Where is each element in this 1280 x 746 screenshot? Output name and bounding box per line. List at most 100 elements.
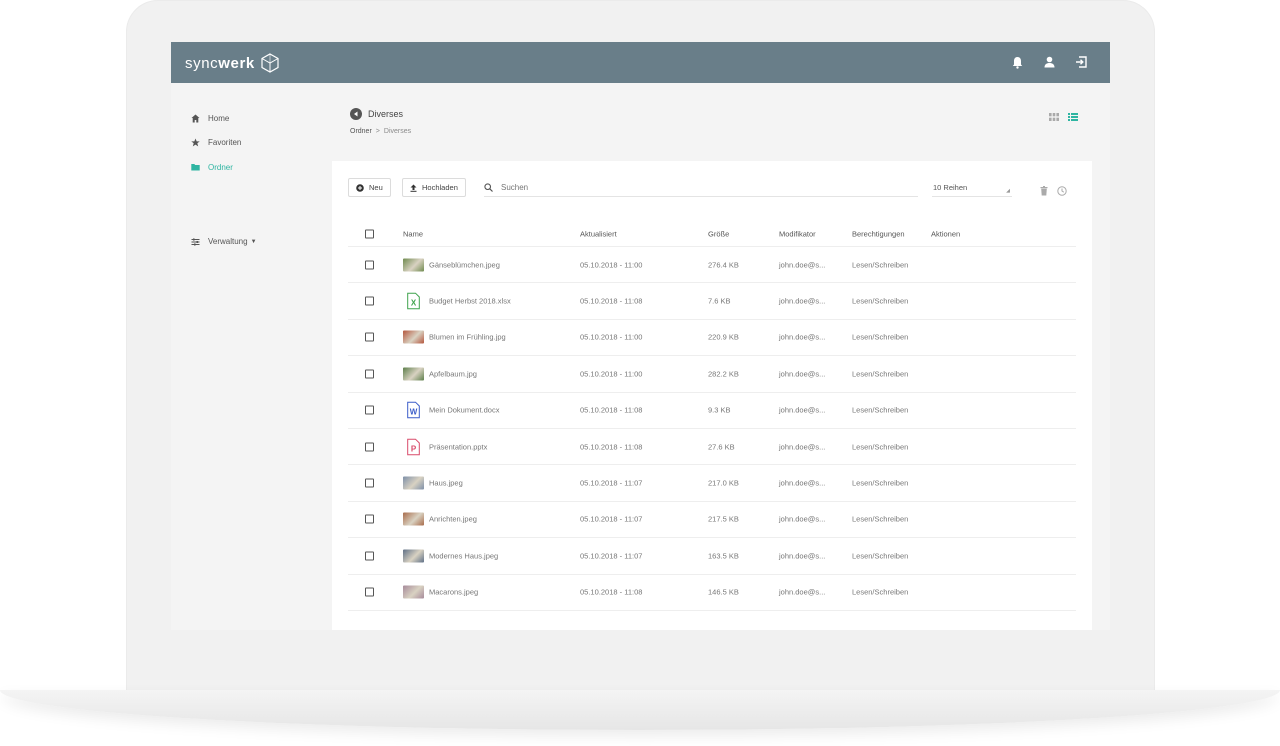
table-row[interactable]: Modernes Haus.jpeg 05.10.2018 - 11:07 163.… (348, 538, 1076, 575)
row-checkbox[interactable] (365, 260, 374, 270)
row-checkbox[interactable] (365, 551, 374, 561)
table-row[interactable]: Macarons.jpeg 05.10.2018 - 11:08 146.5 KB j… (348, 575, 1076, 611)
history-icon[interactable] (1057, 183, 1067, 201)
list-view-icon[interactable] (1068, 108, 1078, 126)
file-name-cell[interactable]: Blumen im Frühling.jpg (403, 330, 506, 344)
image-thumbnail-icon (403, 549, 424, 563)
powerpoint-file-icon: P (403, 438, 424, 455)
file-modifier: john.doe@s... (779, 442, 826, 452)
rows-per-page-select[interactable]: 10 Reihen ◢ (932, 178, 1012, 197)
file-name-cell[interactable]: Modernes Haus.jpeg (403, 549, 498, 563)
file-name: Mein Dokument.docx (429, 405, 500, 415)
table-row[interactable]: Apfelbaum.jpg 05.10.2018 - 11:00 282.2 KB j… (348, 356, 1076, 393)
row-checkbox[interactable] (365, 442, 374, 452)
column-header-name[interactable]: Name (403, 229, 423, 238)
row-checkbox[interactable] (365, 369, 374, 379)
sidebar-item-home[interactable]: Home (190, 106, 340, 131)
sidebar-item-label: Favoriten (208, 138, 242, 148)
table-row[interactable]: X Budget Herbst 2018.xlsx 05.10.2018 - 11:… (348, 283, 1076, 320)
column-header-size[interactable]: Größe (708, 229, 729, 238)
file-permissions: Lesen/Schreiben (852, 442, 909, 452)
file-name-cell[interactable]: Haus.jpeg (403, 476, 463, 490)
file-name: Blumen im Frühling.jpg (429, 332, 506, 342)
file-name: Anrichten.jpeg (429, 514, 477, 524)
file-name: Macarons.jpeg (429, 587, 479, 597)
column-header-updated[interactable]: Aktualisiert (580, 229, 617, 238)
row-checkbox[interactable] (365, 332, 374, 342)
sidebar-item-verwaltung[interactable]: Verwaltung ▼ (190, 230, 340, 255)
logout-icon[interactable] (1074, 54, 1088, 70)
sidebar-item-favoriten[interactable]: Favoriten (190, 131, 340, 156)
bell-icon[interactable] (1010, 54, 1024, 70)
column-header-permissions[interactable]: Berechtigungen (852, 229, 905, 238)
file-name-cell[interactable]: X Budget Herbst 2018.xlsx (403, 292, 511, 310)
file-modifier: john.doe@s... (779, 587, 826, 597)
chevron-down-icon: ▼ (250, 238, 257, 245)
file-size: 220.9 KB (708, 332, 739, 342)
sidebar-item-label: Verwaltung (208, 237, 248, 247)
page-title: Diverses (368, 109, 404, 119)
file-permissions: Lesen/Schreiben (852, 551, 909, 561)
file-permissions: Lesen/Schreiben (852, 296, 909, 306)
column-header-modifier[interactable]: Modifikator (779, 229, 816, 238)
file-updated: 05.10.2018 - 11:08 (580, 296, 643, 306)
image-thumbnail-icon (403, 330, 424, 344)
sliders-icon (190, 237, 200, 247)
sidebar-item-ordner[interactable]: Ordner (190, 155, 340, 180)
file-name-cell[interactable]: Apfelbaum.jpg (403, 367, 477, 381)
search-input[interactable] (501, 182, 881, 192)
file-name: Haus.jpeg (429, 478, 463, 488)
file-name-cell[interactable]: P Präsentation.pptx (403, 438, 487, 455)
select-all-checkbox[interactable] (365, 229, 374, 238)
image-thumbnail-icon (403, 367, 424, 381)
row-checkbox[interactable] (365, 405, 374, 415)
breadcrumb-item[interactable]: Ordner (350, 128, 372, 135)
file-size: 7.6 KB (708, 296, 731, 306)
table-row[interactable]: Gänseblümchen.jpeg 05.10.2018 - 11:00 276.… (348, 247, 1076, 284)
svg-text:W: W (410, 408, 418, 417)
file-name-cell[interactable]: Gänseblümchen.jpeg (403, 258, 500, 272)
file-updated: 05.10.2018 - 11:07 (580, 514, 643, 524)
star-icon (190, 138, 200, 148)
upload-icon (410, 184, 417, 192)
new-button[interactable]: Neu (348, 178, 391, 197)
file-size: 217.0 KB (708, 478, 739, 488)
row-checkbox[interactable] (365, 296, 374, 306)
file-name-cell[interactable]: W Mein Dokument.docx (403, 401, 500, 419)
resize-handle-icon: ◢ (1006, 188, 1010, 194)
file-name-cell[interactable]: Anrichten.jpeg (403, 512, 477, 526)
row-checkbox[interactable] (365, 514, 374, 524)
file-size: 9.3 KB (708, 405, 731, 415)
image-thumbnail-icon (403, 476, 424, 490)
row-checkbox[interactable] (365, 587, 374, 597)
trash-icon[interactable] (1040, 183, 1048, 201)
table-row[interactable]: Anrichten.jpeg 05.10.2018 - 11:07 217.5 KB… (348, 502, 1076, 539)
image-thumbnail-icon (403, 585, 424, 599)
table-row[interactable]: P Präsentation.pptx 05.10.2018 - 11:08 27.6… (348, 429, 1076, 466)
upload-button[interactable]: Hochladen (402, 178, 466, 197)
user-icon[interactable] (1042, 54, 1056, 70)
table-row[interactable]: Haus.jpeg 05.10.2018 - 11:07 217.0 KB john.… (348, 465, 1076, 502)
row-checkbox[interactable] (365, 478, 374, 488)
app-logo[interactable]: syncwerk (185, 53, 280, 73)
file-name: Apfelbaum.jpg (429, 369, 477, 379)
file-size: 276.4 KB (708, 260, 739, 270)
table-header-row: Name Aktualisiert Größe Modifikator Bere… (348, 221, 1076, 247)
file-name: Gänseblümchen.jpeg (429, 260, 500, 270)
file-size: 27.6 KB (708, 442, 735, 452)
grid-view-icon[interactable] (1049, 108, 1059, 126)
file-size: 163.5 KB (708, 551, 739, 561)
file-size: 146.5 KB (708, 587, 739, 597)
word-file-icon: W (403, 401, 424, 419)
file-name-cell[interactable]: Macarons.jpeg (403, 585, 479, 599)
file-updated: 05.10.2018 - 11:00 (580, 260, 643, 270)
breadcrumb-item: Diverses (383, 128, 412, 135)
back-arrow-icon[interactable] (350, 108, 362, 120)
file-permissions: Lesen/Schreiben (852, 369, 909, 379)
toolbar-icons (1040, 183, 1067, 201)
file-updated: 05.10.2018 - 11:07 (580, 551, 643, 561)
table-row[interactable]: Blumen im Frühling.jpg 05.10.2018 - 11:00… (348, 320, 1076, 357)
file-modifier: john.doe@s... (779, 296, 826, 306)
file-permissions: Lesen/Schreiben (852, 332, 909, 342)
table-row[interactable]: W Mein Dokument.docx 05.10.2018 - 11:08 9.3… (348, 393, 1076, 429)
